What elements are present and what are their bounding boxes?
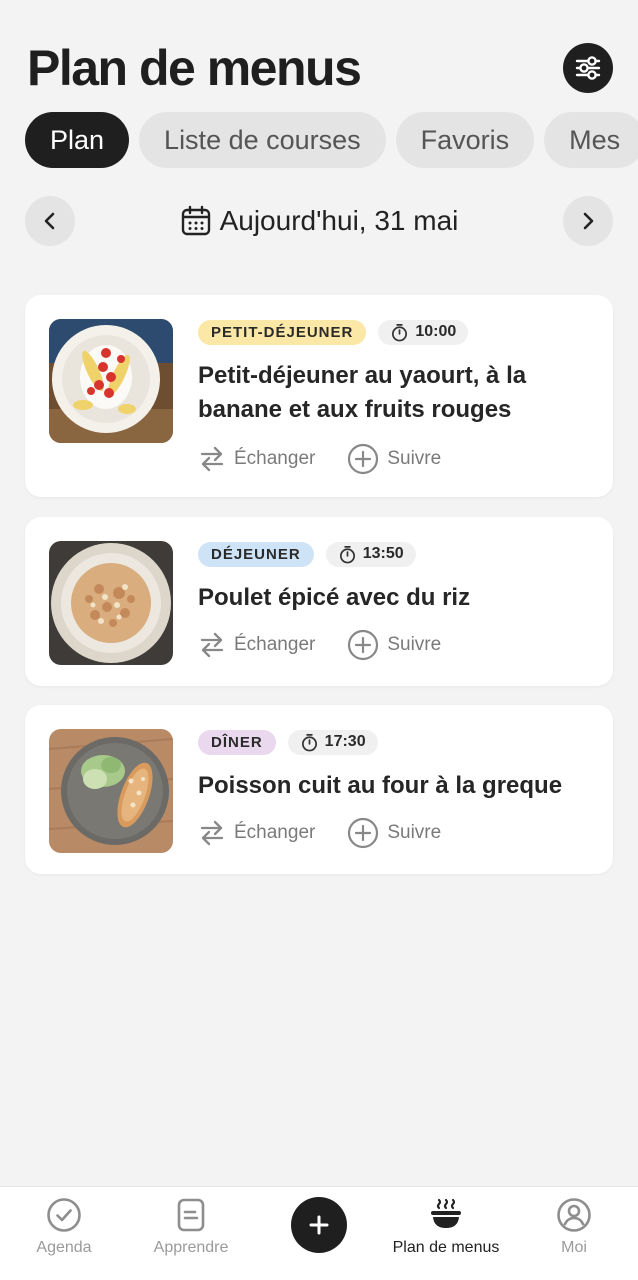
nav-label: Apprendre	[153, 1239, 229, 1256]
user-circle-icon	[557, 1198, 591, 1232]
header: Plan de menus	[27, 38, 618, 108]
meal-card-lunch[interactable]: DÉJEUNER 13:50 Poulet épicé avec du riz …	[25, 517, 613, 686]
page-title: Plan de menus	[27, 40, 362, 96]
track-label: Suivre	[387, 822, 442, 843]
date-display: Aujourd'hui, 31 mai	[25, 196, 613, 246]
meal-info: DÉJEUNER 13:50 Poulet épicé avec du riz …	[198, 541, 597, 661]
date-navigator: Aujourd'hui, 31 mai	[25, 196, 613, 246]
nav-learn[interactable]: Apprendre	[128, 1197, 254, 1257]
filter-button[interactable]	[563, 43, 613, 93]
track-label: Suivre	[387, 448, 442, 469]
track-button[interactable]: Suivre	[347, 629, 441, 661]
plus-circle-icon	[348, 817, 379, 849]
swap-button[interactable]: Échanger	[198, 631, 315, 659]
tab-plan[interactable]: Plan	[25, 112, 130, 168]
meal-title[interactable]: Poulet épicé avec du riz	[198, 581, 597, 615]
track-button[interactable]: Suivre	[347, 817, 441, 849]
tab-mes[interactable]: Mes	[544, 112, 638, 168]
meal-time: 17:30	[324, 733, 366, 750]
nav-label: Agenda	[36, 1239, 92, 1256]
meal-title[interactable]: Poisson cuit au four à la greque	[198, 769, 597, 803]
document-icon	[177, 1198, 205, 1232]
nav-meal-plan[interactable]: Plan de menus	[383, 1197, 509, 1257]
swap-button[interactable]: Échanger	[198, 445, 315, 473]
meal-type-badge: PETIT-DÉJEUNER	[198, 319, 367, 345]
stopwatch-icon	[339, 545, 355, 563]
nav-agenda[interactable]: Agenda	[1, 1197, 127, 1257]
swap-label: Échanger	[234, 634, 316, 655]
swap-icon	[200, 820, 224, 846]
calendar-icon	[181, 205, 210, 236]
next-day-button[interactable]	[563, 196, 613, 246]
tab-shopping-list[interactable]: Liste de courses	[139, 112, 386, 168]
meal-time: 13:50	[362, 545, 404, 562]
plus-circle-icon	[348, 443, 379, 475]
meal-title-line: Poulet épicé avec du riz	[198, 584, 471, 611]
add-button[interactable]	[291, 1197, 347, 1253]
meal-type-badge: DÉJEUNER	[198, 541, 314, 567]
track-label: Suivre	[387, 634, 442, 655]
swap-label: Échanger	[234, 448, 316, 469]
meal-info: DÎNER 17:30 Poisson cuit au four à la gr…	[198, 729, 597, 849]
time-badge: 13:50	[325, 541, 416, 567]
time-badge: 10:00	[378, 319, 469, 345]
nav-me[interactable]: Moi	[511, 1197, 637, 1257]
swap-icon	[200, 632, 224, 658]
stopwatch-icon	[301, 733, 317, 751]
meal-card-dinner[interactable]: DÎNER 17:30 Poisson cuit au four à la gr…	[25, 705, 613, 874]
swap-button[interactable]: Échanger	[198, 819, 315, 847]
meal-title-line: banane et aux fruits rouges	[198, 396, 512, 423]
swap-icon	[200, 446, 224, 472]
bowl-icon	[431, 1198, 461, 1228]
date-label: Aujourd'hui, 31 mai	[219, 205, 459, 236]
meal-time: 10:00	[415, 323, 457, 340]
bottom-nav: Agenda Apprendre Plan de menus Moi	[0, 1186, 638, 1280]
chevron-left-icon	[44, 212, 55, 230]
meal-title-line: Poisson cuit au four à la greque	[198, 772, 563, 799]
meal-info: PETIT-DÉJEUNER 10:00 Petit-déjeuner au y…	[198, 319, 597, 475]
swap-label: Échanger	[234, 822, 316, 843]
meal-title-line: Petit-déjeuner au yaourt, à la	[198, 362, 527, 389]
sliders-icon	[575, 56, 601, 80]
track-button[interactable]: Suivre	[347, 443, 441, 475]
meal-card-breakfast[interactable]: PETIT-DÉJEUNER 10:00 Petit-déjeuner au y…	[25, 295, 613, 497]
time-badge: 17:30	[287, 729, 378, 755]
nav-label: Plan de menus	[392, 1239, 500, 1256]
plus-icon	[309, 1215, 329, 1235]
meal-photo-dinner	[49, 729, 173, 853]
check-circle-icon	[47, 1198, 81, 1232]
previous-day-button[interactable]	[25, 196, 75, 246]
meal-title[interactable]: Petit-déjeuner au yaourt, à la banane et…	[198, 359, 597, 427]
chevron-right-icon	[583, 212, 594, 230]
meal-photo-breakfast	[49, 319, 173, 443]
plus-circle-icon	[348, 629, 379, 661]
tab-bar: Plan Liste de courses Favoris Mes	[25, 112, 638, 168]
tab-favorites[interactable]: Favoris	[395, 112, 535, 168]
meal-type-badge: DÎNER	[198, 729, 276, 755]
stopwatch-icon	[392, 323, 408, 341]
nav-label: Moi	[561, 1239, 587, 1256]
meal-photo-lunch	[49, 541, 173, 665]
